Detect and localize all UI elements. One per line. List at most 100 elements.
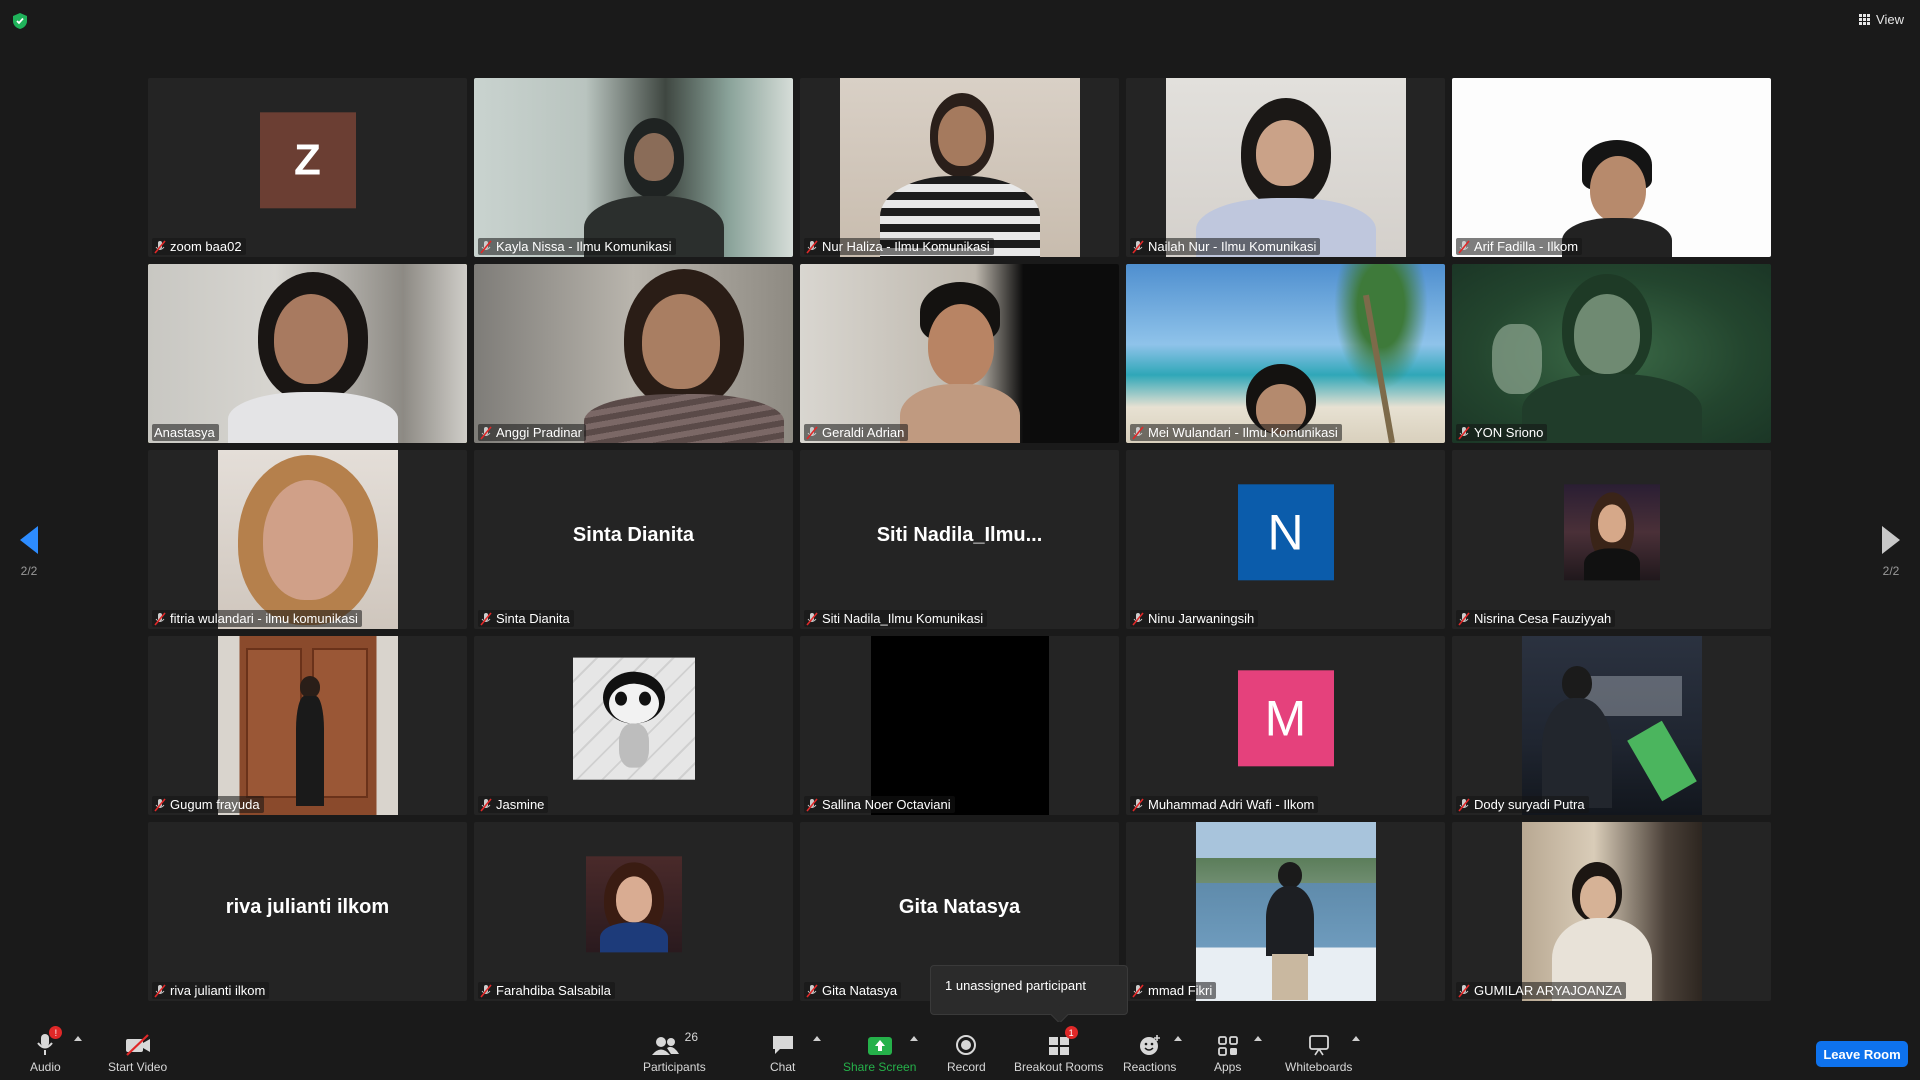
participant-tile[interactable]: Dody suryadi Putra — [1452, 636, 1771, 815]
participant-tile[interactable]: Sallina Noer Octaviani — [800, 636, 1119, 815]
audio-alert-badge: ! — [49, 1026, 63, 1039]
apps-icon — [1217, 1036, 1238, 1056]
gallery-grid: Z zoom baa02 Kayla Nissa - Ilmu Komunika… — [148, 78, 1774, 1001]
participant-name-label: Sinta Dianita — [478, 610, 574, 627]
participant-tile[interactable]: YON Sriono — [1452, 264, 1771, 443]
avatar-image — [585, 855, 682, 952]
participant-tile[interactable]: Nur Haliza - Ilmu Komunikasi — [800, 78, 1119, 257]
security-shield-icon[interactable] — [12, 12, 28, 30]
apps-options-caret[interactable] — [1254, 1036, 1262, 1041]
muted-mic-icon — [480, 611, 492, 626]
video-feed — [1165, 78, 1406, 257]
avatar: N — [1237, 483, 1334, 580]
muted-mic-icon — [1458, 797, 1470, 812]
participants-button[interactable]: 26 Participants — [643, 1030, 706, 1074]
muted-mic-icon — [806, 983, 818, 998]
audio-options-caret[interactable] — [74, 1036, 82, 1041]
participant-name-label: Siti Nadila_Ilmu Komunikasi — [804, 610, 988, 627]
participant-tile[interactable]: Siti Nadila_Ilmu... Siti Nadila_Ilmu Kom… — [800, 450, 1119, 629]
participant-tile[interactable]: Kayla Nissa - Ilmu Komunikasi — [474, 78, 793, 257]
video-feed — [839, 78, 1080, 257]
video-feed — [474, 264, 793, 443]
reactions-icon — [1139, 1035, 1160, 1055]
arrow-left-icon — [20, 526, 38, 554]
whiteboards-options-caret[interactable] — [1352, 1036, 1360, 1041]
participant-tile[interactable]: GUMILAR ARYAJOANZA — [1452, 822, 1771, 1001]
participant-name-label: YON Sriono — [1456, 424, 1548, 441]
record-button[interactable]: Record — [947, 1030, 986, 1074]
participant-tile[interactable]: Nailah Nur - Ilmu Komunikasi — [1126, 78, 1445, 257]
participant-tile-active-speaker[interactable]: Anastasya — [148, 264, 467, 443]
page-indicator-left: 2/2 — [20, 564, 38, 578]
participant-name-label: Ninu Jarwaningsih — [1130, 610, 1259, 627]
participant-tile[interactable]: Mei Wulandari - Ilmu Komunikasi — [1126, 264, 1445, 443]
avatar-image — [572, 657, 695, 780]
participant-tile[interactable]: Farahdiba Salsabila — [474, 822, 793, 1001]
participant-tile[interactable]: N Ninu Jarwaningsih — [1126, 450, 1445, 629]
muted-mic-icon — [154, 611, 166, 626]
participant-tile[interactable]: M Muhammad Adri Wafi - Ilkom — [1126, 636, 1445, 815]
video-feed — [1195, 822, 1376, 1001]
share-options-caret[interactable] — [910, 1036, 918, 1041]
meeting-toolbar: ! Audio Start Video 26 Participants Chat… — [0, 1022, 1920, 1080]
participant-display-name: Gita Natasya — [898, 895, 1021, 918]
muted-mic-icon — [1458, 611, 1470, 626]
start-video-button[interactable]: Start Video — [108, 1030, 167, 1074]
reactions-button[interactable]: Reactions — [1123, 1030, 1176, 1074]
share-screen-button[interactable]: Share Screen — [843, 1030, 916, 1074]
participant-name-label: Gita Natasya — [804, 982, 902, 999]
arrow-right-icon — [1882, 526, 1900, 554]
breakout-rooms-button[interactable]: 1 Breakout Rooms — [1014, 1026, 1103, 1074]
participant-tile[interactable]: Arif Fadilla - Ilkom — [1452, 78, 1771, 257]
video-feed — [870, 636, 1049, 815]
muted-mic-icon — [1458, 425, 1470, 440]
participant-name-label: mmad Fikri — [1130, 982, 1217, 999]
participant-tile[interactable]: Sinta Dianita Sinta Dianita — [474, 450, 793, 629]
muted-mic-icon — [1458, 983, 1470, 998]
reactions-options-caret[interactable] — [1174, 1036, 1182, 1041]
muted-mic-icon — [806, 425, 818, 440]
muted-mic-icon — [1132, 983, 1144, 998]
participant-tile[interactable]: Geraldi Adrian — [800, 264, 1119, 443]
muted-mic-icon — [1132, 611, 1144, 626]
previous-page-button[interactable]: 2/2 — [14, 526, 44, 578]
next-page-button[interactable]: 2/2 — [1876, 526, 1906, 578]
participant-display-name: riva julianti ilkom — [225, 895, 390, 918]
participant-tile[interactable]: Nisrina Cesa Fauziyyah — [1452, 450, 1771, 629]
participant-tile[interactable]: Gugum frayuda — [148, 636, 467, 815]
participant-name-label: Arif Fadilla - Ilkom — [1456, 238, 1583, 255]
participant-name-label: riva julianti ilkom — [152, 982, 270, 999]
whiteboards-button[interactable]: Whiteboards — [1285, 1030, 1352, 1074]
muted-mic-icon — [806, 239, 818, 254]
view-label: View — [1876, 12, 1904, 27]
participant-name-label: Sallina Noer Octaviani — [804, 796, 955, 813]
participant-tile[interactable]: fitria wulandari - ilmu komunikasi — [148, 450, 467, 629]
participant-name-label: Mei Wulandari - Ilmu Komunikasi — [1130, 424, 1342, 441]
chat-options-caret[interactable] — [813, 1036, 821, 1041]
participants-count: 26 — [684, 1030, 699, 1044]
muted-mic-icon — [806, 611, 818, 626]
participant-tile[interactable]: riva julianti ilkom riva julianti ilkom — [148, 822, 467, 1001]
video-feed — [1521, 636, 1702, 815]
apps-button[interactable]: Apps — [1214, 1030, 1241, 1074]
video-feed — [148, 264, 467, 443]
video-feed — [1521, 822, 1702, 1001]
participant-name-label: Nailah Nur - Ilmu Komunikasi — [1130, 238, 1321, 255]
audio-button[interactable]: ! Audio — [30, 1026, 63, 1074]
view-button[interactable]: View — [1859, 12, 1904, 27]
unassigned-participant-tooltip: 1 unassigned participant — [930, 965, 1128, 1015]
participant-tile[interactable]: Jasmine — [474, 636, 793, 815]
participant-tile[interactable]: Anggi Pradinar — [474, 264, 793, 443]
muted-mic-icon — [154, 797, 166, 812]
chat-button[interactable]: Chat — [770, 1030, 795, 1074]
participant-tile[interactable]: mmad Fikri — [1126, 822, 1445, 1001]
page-indicator-right: 2/2 — [1882, 564, 1900, 578]
breakout-rooms-icon — [1048, 1037, 1069, 1055]
leave-room-button[interactable]: Leave Room — [1816, 1041, 1908, 1067]
grid-view-icon — [1859, 14, 1871, 25]
avatar: Z — [259, 111, 356, 208]
muted-mic-icon — [1132, 797, 1144, 812]
participant-name-label: Anastasya — [152, 424, 219, 441]
participant-name-label: GUMILAR ARYAJOANZA — [1456, 982, 1626, 999]
participant-tile[interactable]: Z zoom baa02 — [148, 78, 467, 257]
